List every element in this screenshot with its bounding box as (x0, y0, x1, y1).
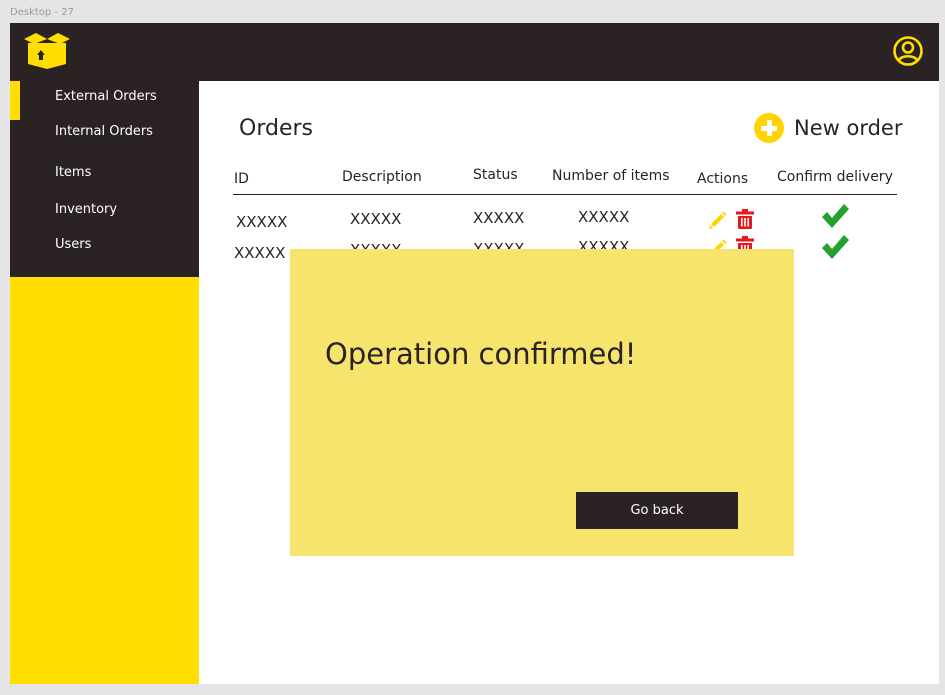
new-order-button[interactable]: New order (754, 111, 902, 145)
table-cell-description: XXXXX (350, 210, 402, 228)
column-header-confirm-delivery: Confirm delivery (777, 169, 893, 185)
frame-label: Desktop - 27 (10, 7, 74, 18)
checkmark-icon[interactable] (821, 234, 849, 260)
pencil-icon[interactable] (708, 210, 728, 230)
sidebar-filler (10, 277, 199, 684)
active-nav-indicator (10, 81, 20, 120)
column-header-id: ID (234, 171, 249, 187)
modal-message: Operation confirmed! (325, 337, 637, 371)
top-bar (10, 23, 939, 81)
sidebar-item-inventory[interactable]: Inventory (55, 202, 117, 217)
plus-circle-icon (754, 113, 784, 143)
app-frame: External Orders Internal Orders Items In… (10, 23, 939, 684)
trash-icon[interactable] (736, 209, 754, 229)
box-logo-icon[interactable] (22, 31, 72, 71)
checkmark-icon[interactable] (821, 203, 849, 229)
table-header-divider (233, 194, 897, 195)
sidebar-item-internal-orders[interactable]: Internal Orders (55, 124, 153, 139)
sidebar-item-items[interactable]: Items (55, 165, 91, 180)
table-cell-number-of-items: XXXXX (578, 208, 630, 226)
column-header-description: Description (342, 169, 422, 185)
new-order-label: New order (794, 116, 903, 140)
confirmation-modal: Operation confirmed! Go back (290, 249, 794, 556)
table-cell-status: XXXXX (473, 209, 525, 227)
user-account-icon[interactable] (892, 35, 924, 67)
column-header-number-of-items: Number of items (552, 168, 670, 184)
column-header-actions: Actions (697, 171, 749, 187)
sidebar: External Orders Internal Orders Items In… (10, 81, 199, 277)
column-header-status: Status (473, 167, 518, 183)
sidebar-item-external-orders[interactable]: External Orders (55, 89, 157, 104)
table-cell-id: XXXXX (236, 213, 288, 231)
page-title: Orders (239, 116, 313, 141)
table-cell-id: XXXXX (234, 244, 286, 262)
go-back-button[interactable]: Go back (576, 492, 738, 529)
sidebar-item-users[interactable]: Users (55, 237, 91, 252)
